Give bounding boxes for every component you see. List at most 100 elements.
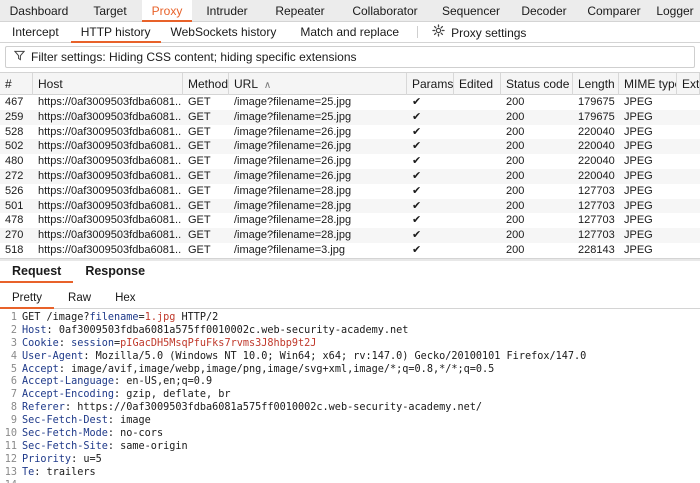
subtab-websockets-history[interactable]: WebSockets history <box>161 22 287 43</box>
table-row[interactable]: 270 https://0af3009503fdba6081... GET/imag… <box>0 228 700 243</box>
table-row[interactable]: 528 https://0af3009503fdba6081... GET/imag… <box>0 124 700 140</box>
line-number: 1 <box>10 312 17 323</box>
col-header-host[interactable]: Host <box>33 73 183 95</box>
tab-logger[interactable]: Logger <box>650 0 700 22</box>
cell-length: 127703 <box>578 199 615 212</box>
cell-edited <box>454 154 501 169</box>
tab-proxy[interactable]: Proxy <box>142 0 192 22</box>
tab-decoder[interactable]: Decoder <box>510 0 578 22</box>
table-row[interactable]: 259 https://0af3009503fdba6081... GET/imag… <box>0 109 700 125</box>
filter-bar[interactable]: Filter settings: Hiding CSS content; hid… <box>5 46 695 68</box>
cell-mime-type: JPEG <box>624 96 653 108</box>
col-header-status-code[interactable]: Status code <box>501 73 573 95</box>
line-content: Priority: u=5 <box>20 454 102 467</box>
table-row[interactable]: 478 https://0af3009503fdba6081... GET/imag… <box>0 213 700 229</box>
cell-status-code: 200 <box>506 96 525 108</box>
line-number: 8 <box>10 402 17 414</box>
tab-collaborator[interactable]: Collaborator <box>338 0 432 22</box>
tab-comparer[interactable]: Comparer <box>578 0 650 22</box>
header-name: Sec-Fetch-Dest <box>22 415 108 427</box>
request-line: 7 Accept-Encoding: gzip, deflate, br <box>0 389 700 402</box>
text-segment: : 0af3009503fdba6081a575ff0010002c.web-s… <box>46 324 409 336</box>
cell-method: GET <box>188 96 211 108</box>
tab-sequencer[interactable]: Sequencer <box>432 0 510 22</box>
table-row[interactable]: 518 https://0af3009503fdba6081... GET/imag… <box>0 242 700 258</box>
line-number: 6 <box>10 376 17 388</box>
tab-dashboard[interactable]: Dashboard <box>0 0 78 22</box>
cell-number: 501 <box>5 199 24 212</box>
text-segment: GET /image? <box>22 312 90 323</box>
subtab-http-history[interactable]: HTTP history <box>70 22 161 43</box>
col-header-url[interactable]: URL ∧ <box>229 73 407 95</box>
col-header-method[interactable]: Method <box>183 73 229 95</box>
tab-response[interactable]: Response <box>73 261 157 283</box>
table-row[interactable]: 480 https://0af3009503fdba6081... GET/imag… <box>0 154 700 169</box>
header-name: Host <box>22 324 47 336</box>
cell-method: GET <box>188 155 211 168</box>
tool-tabs: Dashboard Target Proxy Intruder Repeater… <box>0 0 700 22</box>
cell-params: ✔ <box>412 229 422 242</box>
request-line: 3 Cookie: session=pIGacDH5MsqPfuFks7rvms3… <box>0 338 700 351</box>
line-content: Accept-Language: en-US,en;q=0.9 <box>20 376 212 389</box>
cell-length: 127703 <box>578 229 615 242</box>
line-content: Referer: https://0af3009503fdba6081a575f… <box>20 402 482 415</box>
line-content: Sec-Fetch-Site: same-origin <box>20 441 188 454</box>
line-number: 11 <box>4 440 17 452</box>
subtab-match-and-replace[interactable]: Match and replace <box>286 22 413 43</box>
cell-status-code: 200 <box>506 155 525 168</box>
tab-pretty[interactable]: Pretty <box>0 288 55 309</box>
cell-mime-type: JPEG <box>624 125 653 138</box>
cell-host: https://0af3009503fdba6081... <box>38 169 183 182</box>
table-row[interactable]: 467 https://0af3009503fdba6081... GET/imag… <box>0 95 700 110</box>
header-name: User-Agent <box>22 350 84 362</box>
cell-edited <box>454 184 501 199</box>
table-row[interactable]: 272 https://0af3009503fdba6081... GET/imag… <box>0 168 700 184</box>
request-line: 4 User-Agent: Mozilla/5.0 (Windows NT 10.… <box>0 351 700 364</box>
line-content: Host: 0af3009503fdba6081a575ff0010002c.w… <box>20 325 408 338</box>
subtab-intercept[interactable]: Intercept <box>0 22 71 43</box>
cell-edited <box>454 199 501 214</box>
line-number: 4 <box>10 350 17 362</box>
header-name: Cookie <box>22 337 59 349</box>
table-row[interactable]: 526 https://0af3009503fdba6081... GET/imag… <box>0 183 700 199</box>
table-row[interactable]: 501 https://0af3009503fdba6081... GET/imag… <box>0 198 700 214</box>
cell-mime-type: JPEG <box>624 155 653 168</box>
line-number: 3 <box>10 337 17 349</box>
cell-method: GET <box>188 125 211 138</box>
tab-repeater[interactable]: Repeater <box>262 0 338 22</box>
tab-raw[interactable]: Raw <box>54 288 105 309</box>
line-content: Accept-Encoding: gzip, deflate, br <box>20 389 231 402</box>
cell-number: 478 <box>5 214 24 227</box>
cell-mime-type: JPEG <box>624 243 653 256</box>
table-row[interactable]: 502 https://0af3009503fdba6081... GET/imag… <box>0 139 700 155</box>
cell-mime-type: JPEG <box>624 184 653 197</box>
cell-number: 272 <box>5 169 24 182</box>
cell-status-code: 200 <box>506 214 525 227</box>
header-name: Te <box>22 466 35 478</box>
cell-number: 270 <box>5 229 24 242</box>
cell-length: 220040 <box>578 125 615 138</box>
line-content: Sec-Fetch-Dest: image <box>20 415 151 428</box>
request-editor[interactable]: 1 GET /image?filename=1.jpg HTTP/2 2 Host: … <box>0 310 700 483</box>
tab-hex[interactable]: Hex <box>105 288 145 309</box>
col-header-params[interactable]: Params <box>407 73 454 95</box>
text-segment: : same-origin <box>107 440 188 452</box>
cell-number: 502 <box>5 140 24 153</box>
line-number: 5 <box>10 363 17 375</box>
tab-target[interactable]: Target <box>78 0 142 22</box>
proxy-settings-label: Proxy settings <box>451 25 527 40</box>
cell-host: https://0af3009503fdba6081... <box>38 243 183 256</box>
subtab-proxy-settings[interactable]: Proxy settings <box>422 22 536 43</box>
tab-request[interactable]: Request <box>0 261 74 283</box>
line-number: 2 <box>10 324 17 336</box>
col-header-extension[interactable]: Exte <box>677 73 700 95</box>
cell-params: ✔ <box>412 155 422 168</box>
col-header-edited[interactable]: Edited <box>454 73 501 95</box>
tab-intruder[interactable]: Intruder <box>192 0 262 22</box>
col-header-length[interactable]: Length <box>573 73 619 95</box>
col-header-mime-type[interactable]: MIME type <box>619 73 677 95</box>
col-header-number[interactable]: # <box>0 73 33 95</box>
cell-url: /image?filename=28.jpg <box>234 199 352 212</box>
header-name: Accept-Encoding <box>22 389 115 401</box>
line-number: 7 <box>10 389 17 401</box>
